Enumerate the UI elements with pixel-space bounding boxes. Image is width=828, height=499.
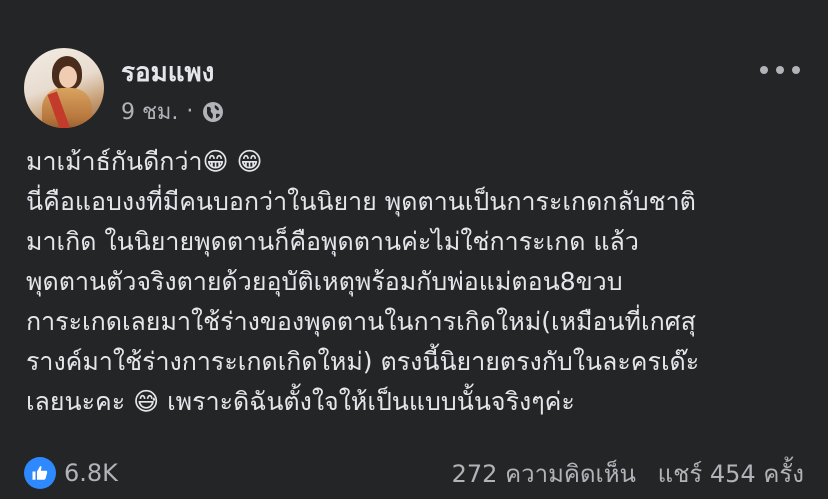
post-text-line: เลยนะคะ 😅 เพราะดิฉันตั้งใจให้เป็นแบบนั้น… bbox=[26, 387, 575, 416]
post-text-line: มาเม้าธ์กันดีกว่า😁 😁 bbox=[26, 147, 263, 176]
author-name[interactable]: รอมแพง bbox=[121, 56, 225, 90]
post-header: รอมแพง 9 ชม. · bbox=[24, 48, 225, 129]
post-text: มาเม้าธ์กันดีกว่า😁 😁 นี่คือแอบงงที่มีคนบ… bbox=[26, 142, 816, 422]
more-dot bbox=[776, 66, 784, 74]
thumbs-up-icon bbox=[32, 466, 48, 480]
more-dot bbox=[792, 66, 800, 74]
more-dot bbox=[760, 66, 768, 74]
avatar-face bbox=[59, 66, 77, 88]
facebook-post: รอมแพง 9 ชม. · มาเม้าธ์กันดีกว่า😁 😁 นี่ค… bbox=[0, 0, 828, 499]
post-text-line: การะเกดเลยมาใช้ร่างของพุดตานในการเกิดใหม… bbox=[26, 307, 696, 336]
reaction-count: 6.8K bbox=[64, 459, 118, 487]
post-meta: รอมแพง 9 ชม. · bbox=[121, 56, 225, 129]
post-stats: 272 ความคิดเห็น แชร์ 454 ครั้ง bbox=[438, 454, 804, 493]
post-text-line: รางค์มาใช้ร่างการะเกดเกิดใหม่) ตรงนี้นิย… bbox=[26, 347, 700, 376]
like-icon bbox=[24, 457, 56, 489]
share-count[interactable]: แชร์ 454 ครั้ง bbox=[658, 460, 804, 488]
post-text-line: พุดตานตัวจริงตายด้วยอุบัติเหตุพร้อมกับพ่… bbox=[26, 267, 623, 296]
post-timestamp[interactable]: 9 ชม. bbox=[121, 94, 178, 129]
avatar[interactable] bbox=[24, 48, 104, 128]
comment-count[interactable]: 272 ความคิดเห็น bbox=[452, 460, 636, 488]
post-text-line: นี่คือแอบงงที่มีคนบอกว่าในนิยาย พุดตานเป… bbox=[26, 187, 696, 216]
more-options-icon[interactable] bbox=[760, 58, 800, 82]
reaction-summary[interactable]: 6.8K bbox=[24, 457, 118, 489]
post-text-line: มาเกิด ในนิยายพุดตานก็คือพุดตานค่ะไม่ใช่… bbox=[26, 227, 639, 256]
globe-icon[interactable] bbox=[201, 100, 225, 124]
post-subline: 9 ชม. · bbox=[121, 94, 225, 129]
separator-dot: · bbox=[186, 99, 194, 124]
post-footer: 6.8K 272 ความคิดเห็น แชร์ 454 ครั้ง bbox=[24, 455, 804, 491]
